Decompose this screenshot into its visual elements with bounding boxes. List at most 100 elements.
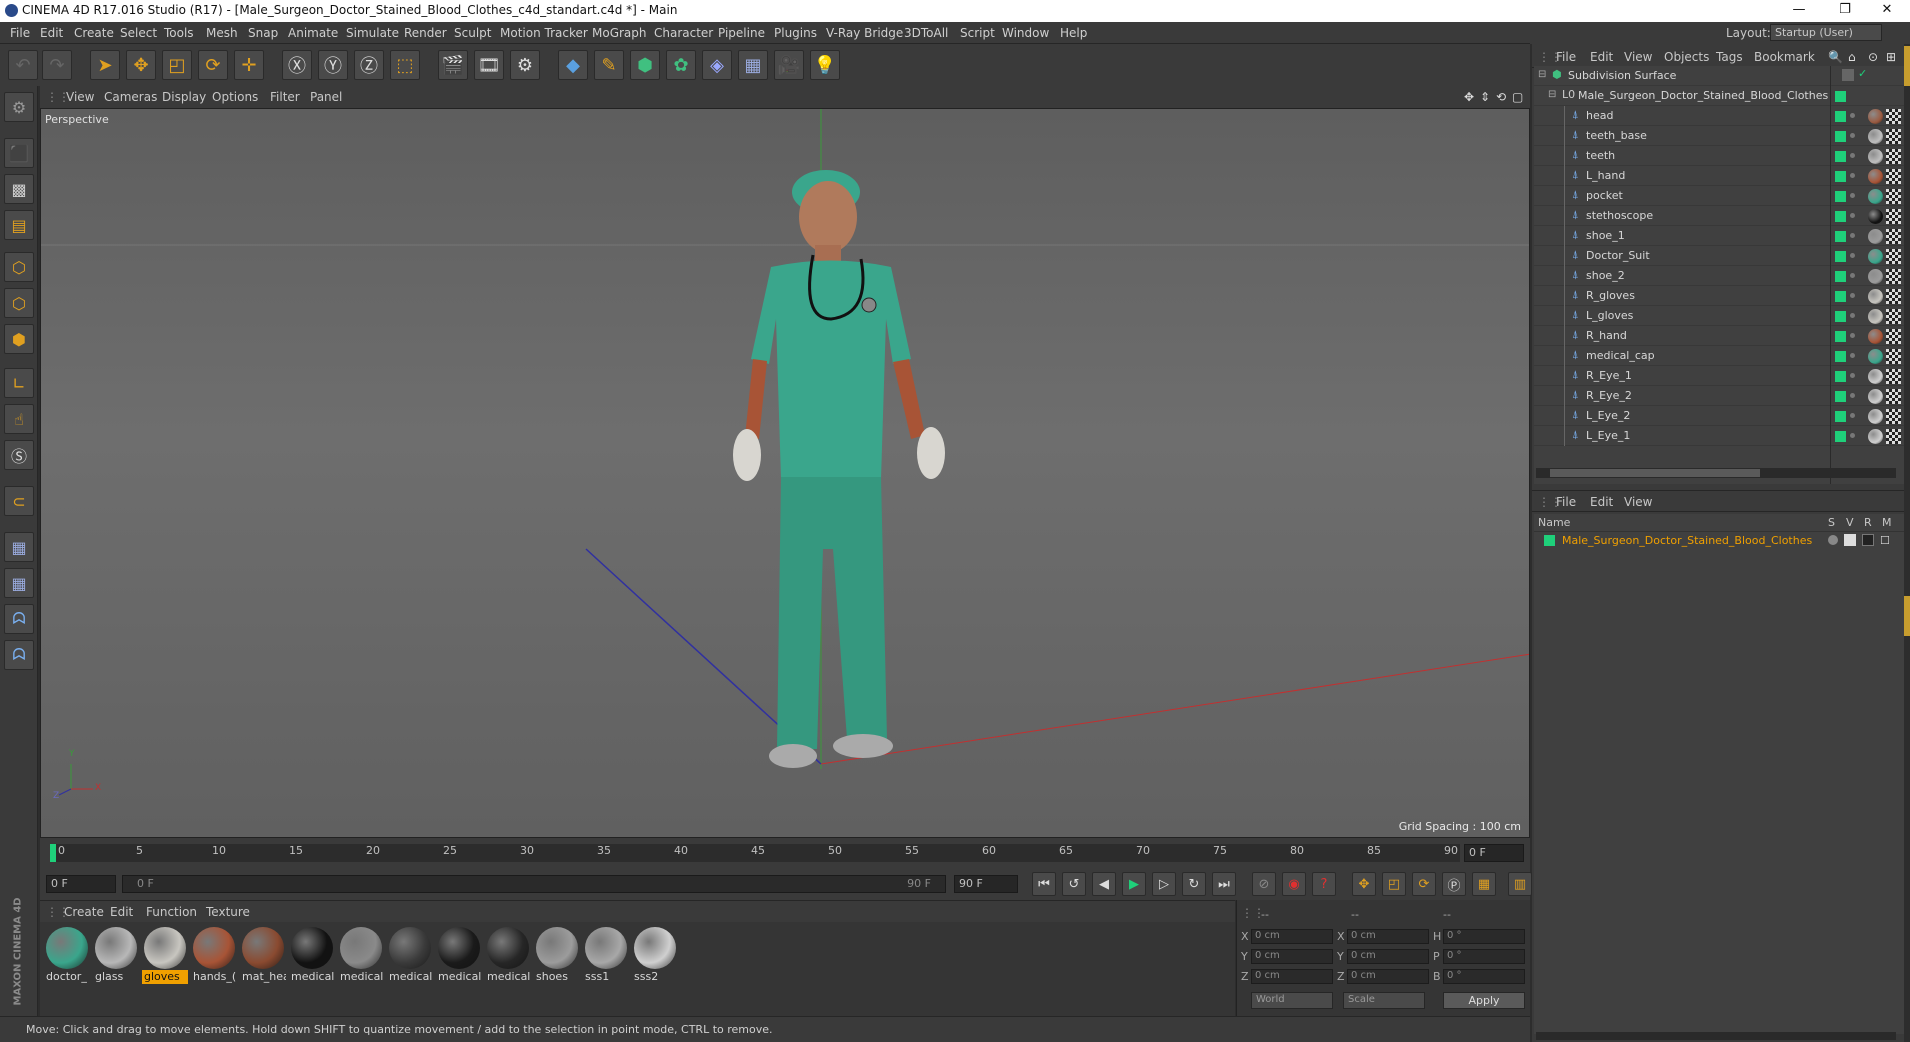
layer-color-swatch[interactable] (1835, 391, 1846, 402)
size-mode-select[interactable]: Scale (1343, 992, 1425, 1009)
light-icon[interactable]: 💡 (810, 50, 840, 80)
material-tag-icon[interactable] (1868, 149, 1883, 164)
key-parameter-icon[interactable]: Ⓟ (1442, 872, 1466, 896)
texture-tag-icon[interactable] (1886, 349, 1901, 364)
layer-color-swatch[interactable] (1835, 311, 1846, 322)
visibility-dot[interactable] (1850, 413, 1855, 418)
floor-scene-icon[interactable]: ▦ (738, 50, 768, 80)
texture-mode-icon[interactable]: ▩ (4, 174, 34, 204)
material-swatch[interactable]: glass (93, 926, 139, 988)
filter-icon[interactable]: ⊙ (1868, 50, 1878, 64)
object-row[interactable]: ⍋ R_Eye_2 (1534, 386, 1904, 406)
material-swatch[interactable]: medical (485, 926, 531, 988)
attributes-scrollbar[interactable] (1536, 1032, 1896, 1040)
material-menu-function[interactable]: Function (146, 905, 197, 919)
menu-script[interactable]: Script (960, 26, 995, 40)
visibility-dot[interactable] (1850, 313, 1855, 318)
preview-range-slider[interactable]: 0 F 90 F (122, 875, 946, 893)
home-icon[interactable]: ⌂ (1848, 50, 1856, 64)
coordinate-space-select[interactable]: World (1251, 992, 1333, 1009)
attributes-menu-view[interactable]: View (1624, 495, 1652, 509)
layer-color-swatch[interactable] (1835, 291, 1846, 302)
material-tag-icon[interactable] (1868, 229, 1883, 244)
material-tag-icon[interactable] (1868, 129, 1883, 144)
object-menu-file[interactable]: File (1556, 50, 1576, 64)
live-selection-icon[interactable]: ➤ (90, 50, 120, 80)
undo-icon[interactable]: ↶ (8, 50, 38, 80)
object-row[interactable]: ⍋ L_gloves (1534, 306, 1904, 326)
object-row[interactable]: ⍋ L_Eye_2 (1534, 406, 1904, 426)
enabled-check-icon[interactable]: ✓ (1858, 67, 1867, 80)
side-tab-objects[interactable] (1904, 46, 1910, 86)
layer-render-icon[interactable] (1862, 534, 1874, 546)
material-tag-icon[interactable] (1868, 349, 1883, 364)
layer-color-swatch[interactable] (1835, 111, 1846, 122)
layer-color-swatch[interactable] (1835, 91, 1846, 102)
object-row[interactable]: ⍋ stethoscope (1534, 206, 1904, 226)
attributes-menu-file[interactable]: File (1556, 495, 1576, 509)
menu-simulate[interactable]: Simulate (346, 26, 399, 40)
perspective-viewport[interactable]: Perspective Y X Z Grid Spacing : 100 cm (40, 108, 1530, 838)
collapse-icon[interactable]: ⊟ (1548, 89, 1556, 100)
play-icon[interactable]: ▶ (1122, 872, 1146, 896)
object-row[interactable]: ⍋ shoe_2 (1534, 266, 1904, 286)
object-menu-objects[interactable]: Objects (1664, 50, 1709, 64)
object-menu-edit[interactable]: Edit (1590, 50, 1613, 64)
menu-snap[interactable]: Snap (248, 26, 278, 40)
next-keyframe-icon[interactable]: ↻ (1182, 872, 1206, 896)
object-row[interactable]: ⍋ R_Eye_1 (1534, 366, 1904, 386)
deformer-icon[interactable]: ◈ (702, 50, 732, 80)
layer-color-swatch[interactable] (1835, 251, 1846, 262)
layer-solo-icon[interactable] (1828, 535, 1838, 545)
record-keys-icon[interactable]: ⊘ (1252, 872, 1276, 896)
timeline-scrubber[interactable] (50, 844, 56, 862)
menu-vray-bridge[interactable]: V-Ray Bridge (826, 26, 903, 40)
object-row[interactable]: ⍋ L_hand (1534, 166, 1904, 186)
object-menu-view[interactable]: View (1624, 50, 1652, 64)
mograph-cloner-icon[interactable]: ✿ (666, 50, 696, 80)
layer-color-swatch[interactable] (1835, 431, 1846, 442)
menu-character[interactable]: Character (654, 26, 713, 40)
render-view-icon[interactable]: 🎬 (438, 50, 468, 80)
viewport-menu-options[interactable]: Options (212, 90, 258, 104)
quantize-icon[interactable]: ▦ (4, 568, 34, 598)
timeline-ruler[interactable]: 0 5 10 15 20 25 30 35 40 45 50 55 60 65 … (40, 838, 1530, 868)
visibility-dot[interactable] (1850, 193, 1855, 198)
menu-create[interactable]: Create (74, 26, 114, 40)
autokey-icon[interactable]: ◉ (1282, 872, 1306, 896)
layer-color-swatch[interactable] (1835, 131, 1846, 142)
texture-tag-icon[interactable] (1886, 209, 1901, 224)
rotation-b-field[interactable]: 0 ° (1443, 969, 1525, 984)
viewport-maximize-icon[interactable]: ▢ (1512, 90, 1523, 104)
attributes-menu-edit[interactable]: Edit (1590, 495, 1613, 509)
python-script-2-icon[interactable]: ᗣ (4, 640, 34, 670)
material-swatch[interactable]: doctor_ (44, 926, 90, 988)
rotation-p-field[interactable]: 0 ° (1443, 949, 1525, 964)
object-row[interactable]: ⍋ teeth_base (1534, 126, 1904, 146)
menu-plugins[interactable]: Plugins (774, 26, 817, 40)
new-view-icon[interactable]: ⊞ (1886, 50, 1896, 64)
cube-primitive-icon[interactable]: ◆ (558, 50, 588, 80)
object-row-subdivision-surface[interactable]: ⊟ ⬢ Subdivision Surface ✓ (1534, 66, 1904, 86)
object-row[interactable]: ⍋ teeth (1534, 146, 1904, 166)
visibility-dot[interactable] (1850, 433, 1855, 438)
object-row[interactable]: ⍋ shoe_1 (1534, 226, 1904, 246)
visibility-dot[interactable] (1850, 213, 1855, 218)
render-settings-icon[interactable]: ⚙ (510, 50, 540, 80)
scale-tool-icon[interactable]: ◰ (162, 50, 192, 80)
go-to-start-icon[interactable]: ⏮ (1032, 872, 1056, 896)
edges-mode-icon[interactable]: ⬡ (4, 288, 34, 318)
x-axis-lock-icon[interactable]: Ⓧ (282, 50, 312, 80)
texture-tag-icon[interactable] (1886, 269, 1901, 284)
object-row[interactable]: ⍋ L_Eye_1 (1534, 426, 1904, 446)
material-swatch[interactable]: sss2 (632, 926, 678, 988)
polygons-mode-icon[interactable]: ⬢ (4, 324, 34, 354)
visibility-dot[interactable] (1850, 153, 1855, 158)
position-z-field[interactable]: 0 cm (1251, 969, 1333, 984)
material-menu-create[interactable]: Create (64, 905, 104, 919)
subdivision-generator-icon[interactable]: ⬢ (630, 50, 660, 80)
material-swatch[interactable]: gloves (142, 926, 188, 988)
material-tag-icon[interactable] (1868, 189, 1883, 204)
viewport-menu-cameras[interactable]: Cameras (104, 90, 157, 104)
texture-tag-icon[interactable] (1886, 249, 1901, 264)
